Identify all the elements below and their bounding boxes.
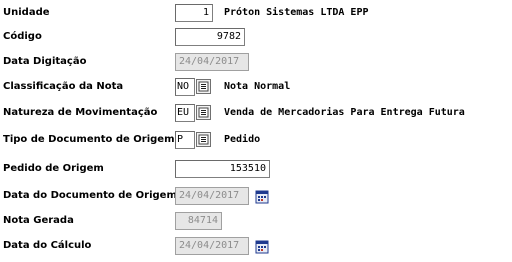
row-codigo: Código 9782 — [0, 28, 512, 48]
row-unidade: Unidade 1 Próton Sistemas LTDA EPP — [0, 4, 512, 24]
row-data-documento-origem: Data do Documento de Origem 24/04/2017 — [0, 187, 512, 207]
classificacao-input[interactable]: NO — [175, 78, 195, 96]
row-pedido-origem: Pedido de Origem 153510 — [0, 160, 512, 180]
nota-gerada-input: 84714 — [175, 212, 222, 230]
row-data-calculo: Data do Cálculo 24/04/2017 — [0, 237, 512, 257]
list-lookup-icon[interactable] — [196, 79, 211, 94]
natureza-description: Venda de Mercadorias Para Entrega Futura — [224, 107, 465, 118]
nota-gerada-label: Nota Gerada — [3, 215, 74, 226]
classificacao-description: Nota Normal — [224, 81, 291, 92]
pedido-origem-input[interactable]: 153510 — [175, 160, 270, 178]
row-nota-gerada: Nota Gerada 84714 — [0, 212, 512, 232]
row-tipo-documento: Tipo de Documento de Origem P Pedido — [0, 131, 512, 151]
codigo-label: Código — [3, 31, 42, 42]
data-documento-origem-input: 24/04/2017 — [175, 187, 249, 205]
calendar-icon[interactable] — [255, 189, 269, 204]
list-lookup-icon[interactable] — [196, 105, 211, 120]
tipo-documento-label: Tipo de Documento de Origem — [3, 134, 175, 145]
natureza-input[interactable]: EU — [175, 104, 195, 122]
data-calculo-label: Data do Cálculo — [3, 240, 92, 251]
tipo-documento-description: Pedido — [224, 134, 261, 145]
data-digitacao-input: 24/04/2017 — [175, 53, 249, 71]
tipo-documento-input[interactable]: P — [175, 131, 195, 149]
codigo-input[interactable]: 9782 — [175, 28, 245, 46]
pedido-origem-label: Pedido de Origem — [3, 163, 104, 174]
classificacao-label: Classificação da Nota — [3, 81, 124, 92]
natureza-label: Natureza de Movimentação — [3, 107, 158, 118]
data-calculo-input: 24/04/2017 — [175, 237, 249, 255]
calendar-icon[interactable] — [255, 239, 269, 254]
row-classificacao: Classificação da Nota NO Nota Normal — [0, 78, 512, 98]
unidade-input[interactable]: 1 — [175, 4, 213, 22]
row-data-digitacao: Data Digitação 24/04/2017 — [0, 53, 512, 73]
data-documento-origem-label: Data do Documento de Origem — [3, 190, 177, 201]
row-natureza: Natureza de Movimentação EU Venda de Mer… — [0, 104, 512, 124]
unidade-label: Unidade — [3, 7, 50, 18]
list-lookup-icon[interactable] — [196, 132, 211, 147]
data-digitacao-label: Data Digitação — [3, 56, 87, 67]
unidade-description: Próton Sistemas LTDA EPP — [224, 7, 369, 18]
